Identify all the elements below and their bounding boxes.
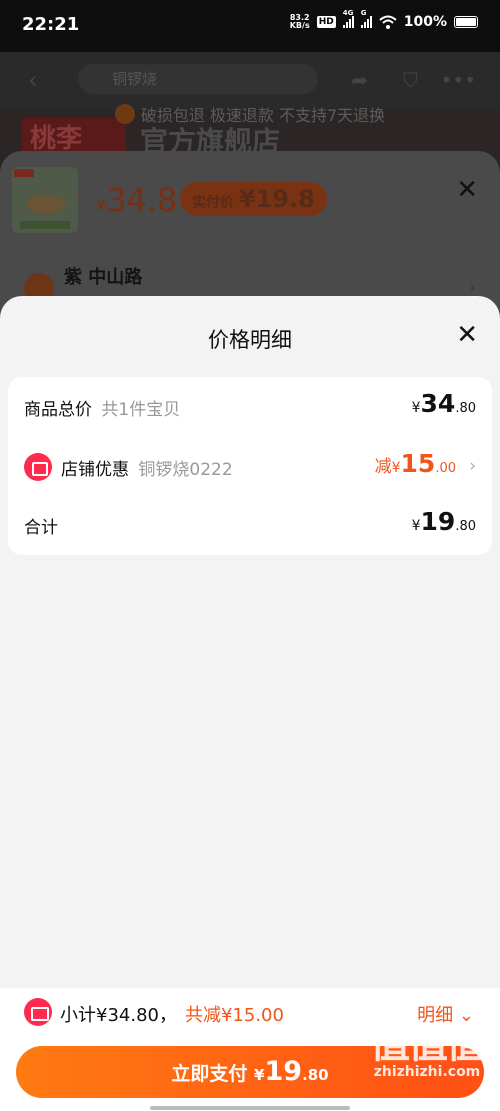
chevron-right-icon[interactable]: › — [469, 456, 476, 476]
total-discount-text: 共减¥15.00 — [184, 1005, 284, 1026]
network-speed-unit: KB/s — [289, 21, 310, 30]
price-detail-card: 商品总价 共1件宝贝 ¥34.80 店铺优惠 铜锣烧0222 减¥15.00 ›… — [8, 377, 492, 555]
row-label: 合计 — [24, 518, 58, 538]
status-icons: 83.2 KB/s HD 4G G 100% — [290, 9, 478, 30]
pay-int: 19 — [264, 1056, 303, 1087]
amount-yen: ¥ — [391, 460, 401, 476]
amount-yen: ¥ — [411, 400, 421, 416]
amount-int: 34 — [420, 389, 456, 418]
product-price: ¥34.8 — [96, 181, 177, 219]
status-bar: 22:21 83.2 KB/s HD 4G G 100% — [0, 0, 500, 52]
network-speed: 83.2 KB/s — [290, 14, 310, 30]
service-notice: 破损包退 极速退款 不支持7天退换 — [0, 102, 500, 126]
row-amount: 减¥15.00 — [375, 449, 456, 478]
amount-dec: .80 — [455, 519, 476, 534]
row-amount: ¥34.80 — [412, 389, 476, 418]
search-placeholder: 铜锣烧 — [112, 70, 158, 88]
coupon-icon — [24, 998, 52, 1026]
subtotal-text: 小计¥34.80， — [60, 1005, 177, 1026]
amount-dec: .00 — [435, 461, 456, 476]
amount-dec: .80 — [455, 401, 476, 416]
real-pay-badge: 实付价 ¥19.8 — [180, 182, 327, 216]
share-icon[interactable]: ➦ — [351, 68, 368, 92]
amount-yen: ¥ — [411, 518, 421, 534]
subtotal-summary: 小计¥34.80， 共减¥15.00 — [60, 1001, 284, 1027]
row-label-text: 店铺优惠 — [61, 460, 129, 480]
amount-int: 15 — [400, 449, 436, 478]
pay-yen: ¥ — [254, 1066, 265, 1084]
pay-dec: .80 — [302, 1066, 329, 1084]
delivery-address[interactable]: 紫 中山路 — [64, 263, 142, 289]
back-icon[interactable]: ‹ — [28, 66, 38, 94]
row-amount: ¥19.80 — [412, 507, 476, 536]
battery-icon — [454, 16, 478, 28]
signal-4g-icon: 4G — [342, 9, 354, 28]
real-pay-value: ¥19.8 — [238, 185, 315, 213]
battery-percent: 100% — [403, 14, 447, 30]
amount-int: 19 — [420, 507, 456, 536]
amount-prefix: 减 — [374, 457, 392, 477]
watermark-site: zhizhizhi.com — [373, 1064, 481, 1080]
row-total-goods: 商品总价 共1件宝贝 ¥34.80 — [8, 377, 492, 437]
shop-coupon-icon — [24, 453, 52, 481]
real-pay-label: 实付价 — [192, 195, 234, 211]
price-detail-close-icon[interactable]: ✕ — [456, 322, 478, 348]
more-icon[interactable]: ••• — [441, 68, 476, 92]
hd-icon: HD — [316, 16, 336, 28]
home-indicator[interactable] — [150, 1106, 350, 1110]
product-price-value: 34.8 — [106, 181, 178, 219]
row-total: 合计 ¥19.80 — [8, 495, 492, 555]
service-notice-text: 破损包退 极速退款 不支持7天退换 — [140, 106, 386, 125]
row-label: 商品总价 共1件宝贝 — [24, 395, 180, 420]
row-sublabel: 共1件宝贝 — [101, 400, 181, 420]
row-shop-discount[interactable]: 店铺优惠 铜锣烧0222 减¥15.00 › — [8, 437, 492, 497]
price-detail-title: 价格明细 — [208, 328, 292, 352]
product-thumbnail — [12, 167, 78, 233]
shield-icon — [114, 104, 135, 124]
signal-g-icon: G — [360, 9, 372, 28]
wifi-icon — [379, 15, 397, 29]
pay-label: 立即支付 — [171, 1063, 248, 1085]
chevron-right-icon[interactable]: › — [469, 277, 476, 298]
product-price-yen: ¥ — [96, 196, 107, 215]
row-sublabel: 铜锣烧0222 — [138, 460, 233, 480]
cart-icon[interactable]: ⛉ — [403, 68, 418, 92]
sku-sheet-close-icon[interactable]: ✕ — [456, 175, 478, 205]
signal-g-label: G — [360, 9, 367, 17]
checkout-bar: 小计¥34.80， 共减¥15.00 明细 ⌄ 立即支付 ¥19.80 值值值 z… — [0, 988, 500, 1111]
status-time: 22:21 — [22, 14, 80, 35]
watermark-logo: 值值值 — [370, 1021, 486, 1067]
search-input[interactable]: 铜锣烧 — [78, 64, 318, 94]
signal-4g-label: 4G — [342, 9, 354, 17]
row-label: 店铺优惠 铜锣烧0222 — [61, 455, 233, 480]
watermark: 值值值 zhizhizhi.com — [370, 1021, 486, 1080]
row-label-text: 商品总价 — [24, 400, 92, 420]
